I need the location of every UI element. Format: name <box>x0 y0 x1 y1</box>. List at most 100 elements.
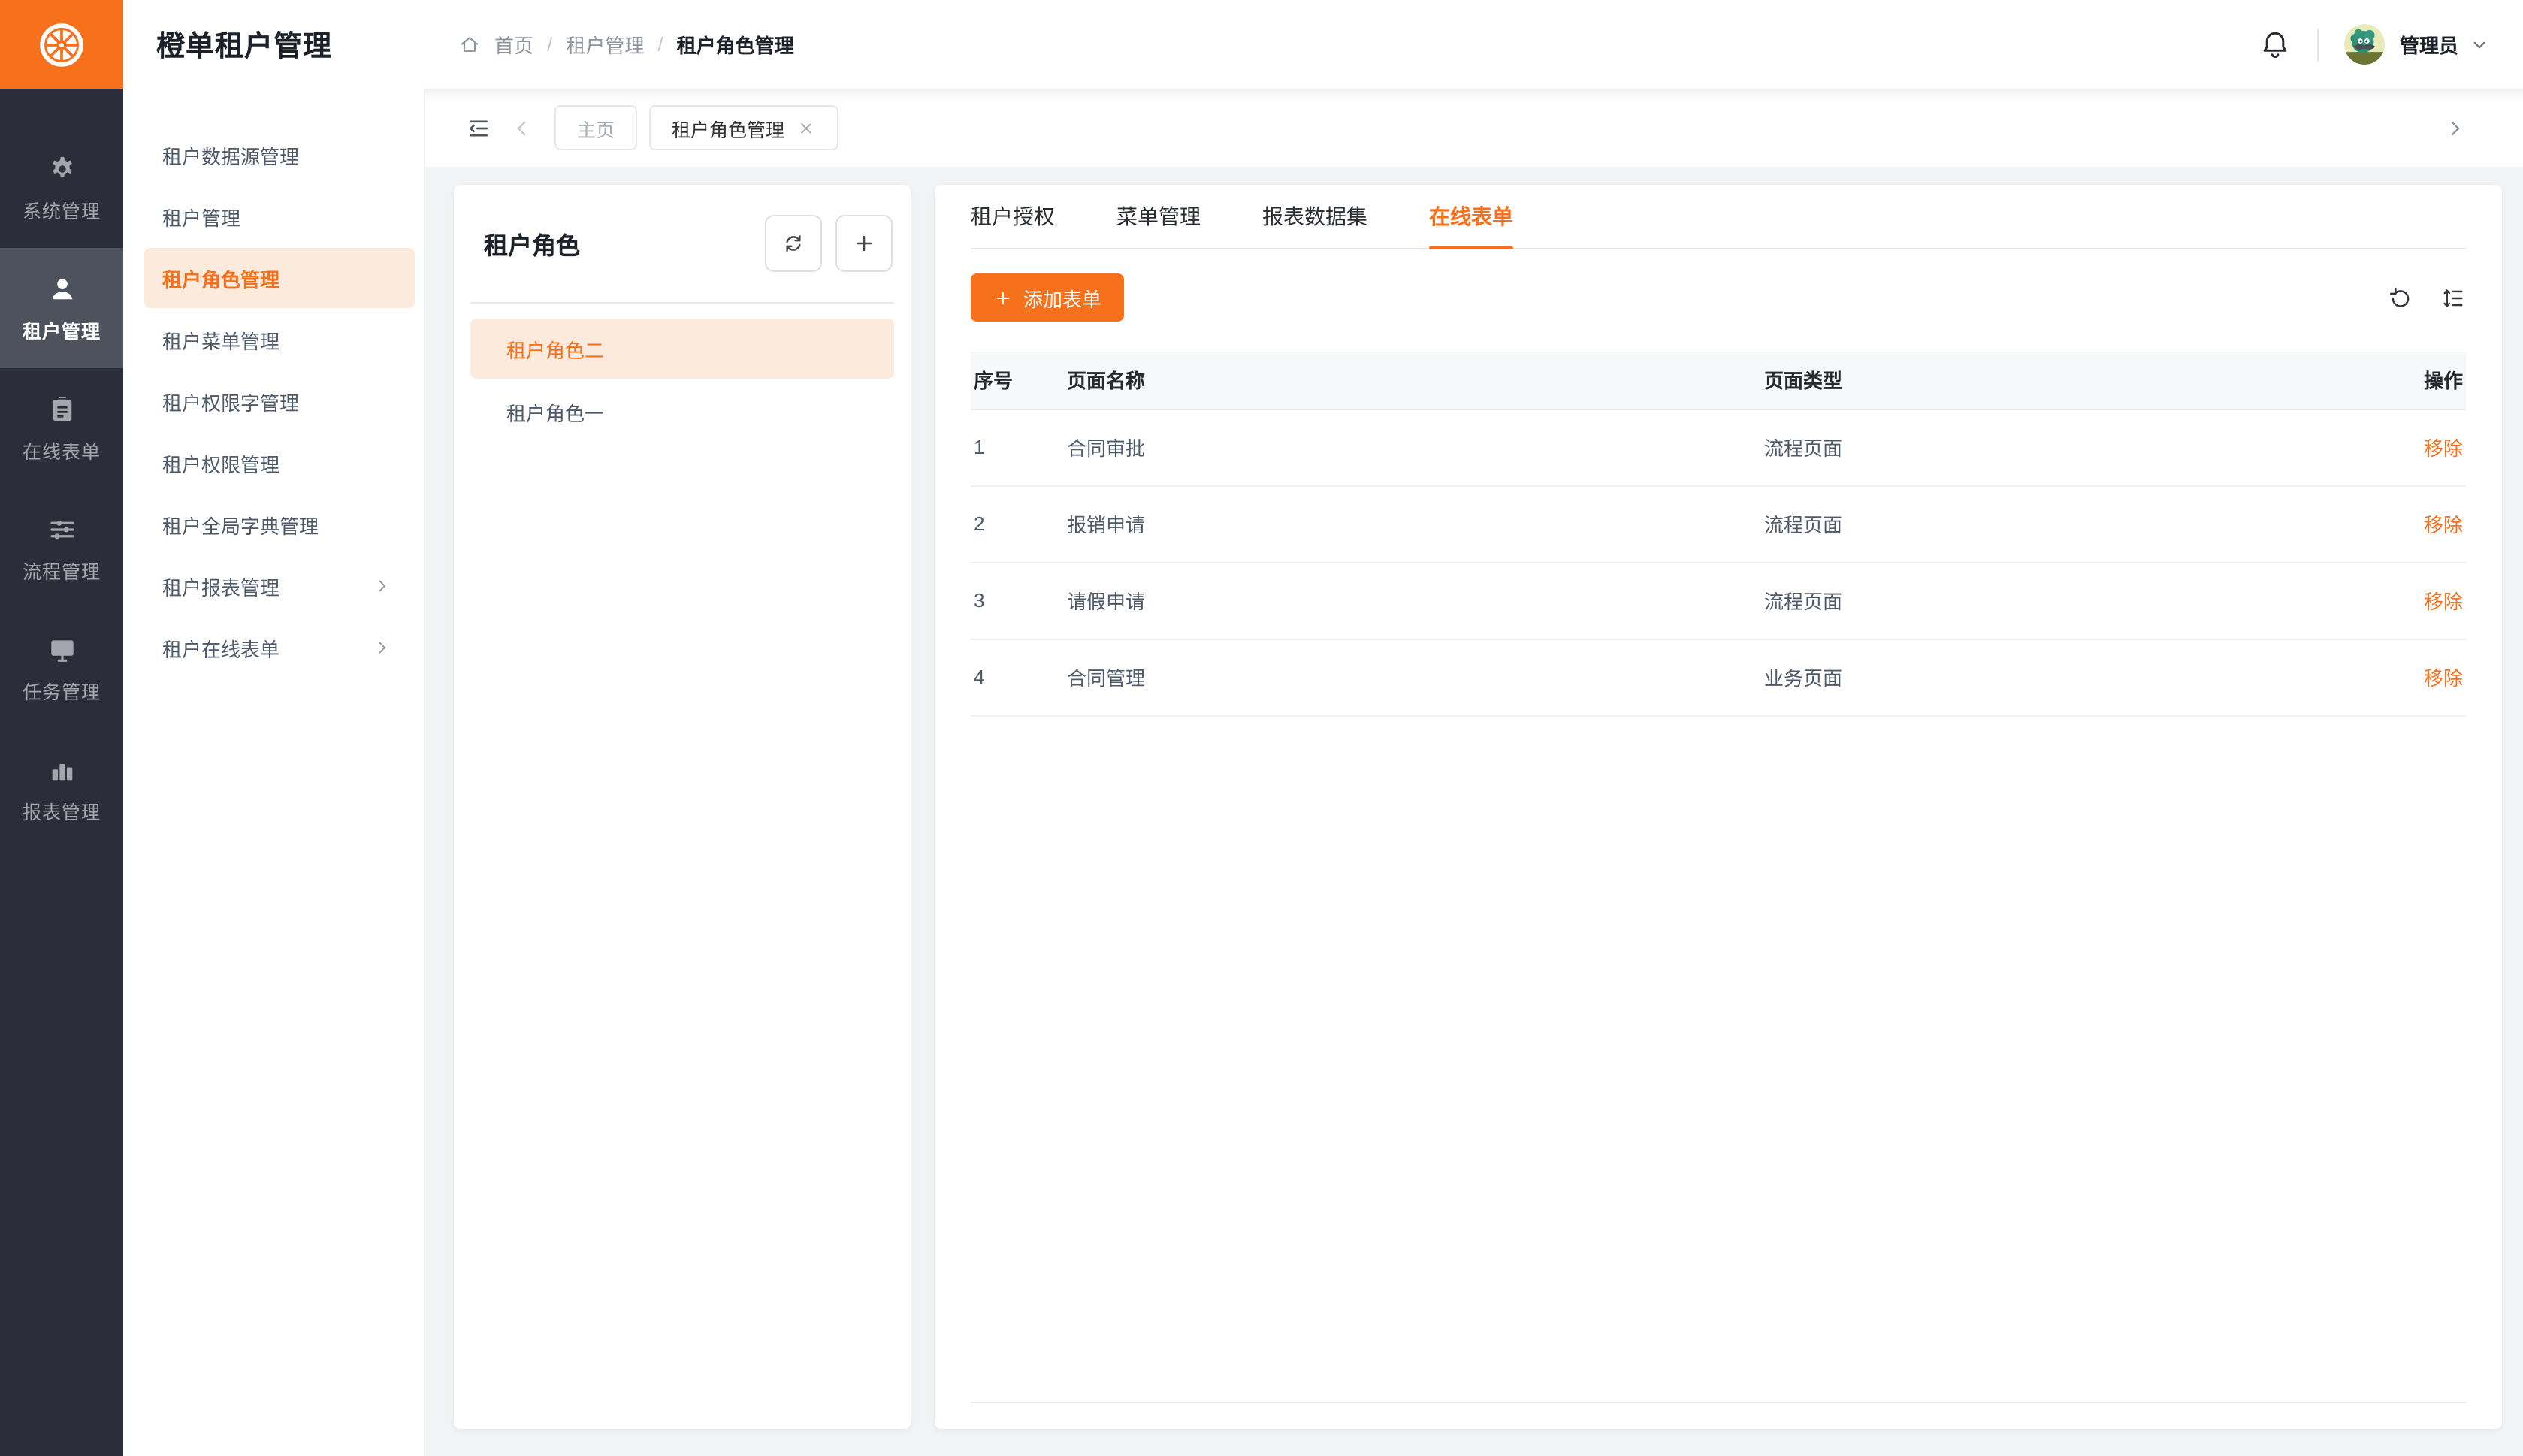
page-tab-1[interactable]: 租户角色管理 <box>649 105 838 150</box>
page-tab-label: 租户角色管理 <box>672 113 784 142</box>
line-height-icon[interactable] <box>2440 285 2466 310</box>
remove-link[interactable]: 移除 <box>2424 437 2463 460</box>
rail-item-2[interactable]: 在线表单 <box>0 368 123 488</box>
bar-chart-icon <box>46 754 77 785</box>
column-header-no: 序号 <box>971 352 1052 409</box>
rail-item-label: 租户管理 <box>23 315 101 343</box>
add-form-button[interactable]: 添加表单 <box>971 273 1124 322</box>
page-name-cell: 合同管理 <box>1052 639 1749 715</box>
collapse-menu-icon[interactable] <box>466 115 491 140</box>
menu-item-8[interactable]: 租户在线表单 <box>144 618 415 678</box>
app-title: 橙单租户管理 <box>156 24 332 65</box>
breadcrumb-separator: / <box>657 33 663 56</box>
breadcrumb-separator: / <box>547 33 552 56</box>
menu-item-label: 租户角色管理 <box>162 264 391 292</box>
remove-link[interactable]: 移除 <box>2424 514 2463 536</box>
column-header-page-name: 页面名称 <box>1052 352 1749 409</box>
menu-item-label: 租户在线表单 <box>162 633 373 662</box>
role-panel-header: 租户角色 <box>454 185 911 302</box>
app-window: 橙单租户管理 首页 / 租户管理 / 租户角色管理 管理员 系统管理租户管理在线… <box>0 0 2523 1456</box>
gear-icon <box>46 153 77 184</box>
role-list-item-1[interactable]: 租户角色一 <box>470 382 894 442</box>
table-row-0: 1合同审批流程页面移除 <box>971 409 2466 485</box>
page-tab-label: 主页 <box>577 113 615 142</box>
top-bar: 橙单租户管理 首页 / 租户管理 / 租户角色管理 管理员 <box>0 0 2523 89</box>
menu-item-5[interactable]: 租户权限管理 <box>144 433 415 493</box>
actions-cell: 移除 <box>2373 485 2466 562</box>
tenant-role-panel: 租户角色 租户角色二租户角色一 <box>454 185 911 1429</box>
actions-cell: 移除 <box>2373 562 2466 639</box>
table-bottom-border <box>971 1402 2466 1403</box>
home-icon <box>458 33 481 56</box>
side-submenu: 租户数据源管理租户管理租户角色管理租户菜单管理租户权限字管理租户权限管理租户全局… <box>123 89 425 1456</box>
chevron-left-icon[interactable] <box>511 116 533 139</box>
row-index: 2 <box>971 485 1052 562</box>
table-row-1: 2报销申请流程页面 移除 <box>971 485 2466 562</box>
rail-item-5[interactable]: 报表管理 <box>0 729 123 849</box>
rail-item-3[interactable]: 流程管理 <box>0 488 123 609</box>
row-index: 4 <box>971 639 1052 715</box>
page-type-cell: 业务页面 <box>1749 639 2373 715</box>
remove-link[interactable]: 移除 <box>2424 591 2463 613</box>
detail-tab-1[interactable]: 菜单管理 <box>1116 185 1201 248</box>
chevron-down-icon[interactable] <box>2469 34 2490 55</box>
rail-item-label: 报表管理 <box>23 796 101 824</box>
page-type-cell: 流程页面 <box>1749 485 2373 562</box>
menu-item-3[interactable]: 租户菜单管理 <box>144 310 415 370</box>
page-tab-0[interactable]: 主页 <box>554 105 637 150</box>
menu-item-4[interactable]: 租户权限字管理 <box>144 371 415 431</box>
table-row-3: 4合同管理业务页面 移除 <box>971 639 2466 715</box>
bell-icon[interactable] <box>2259 28 2292 61</box>
detail-tab-3[interactable]: 在线表单 <box>1429 185 1513 248</box>
remove-link[interactable]: 移除 <box>2424 667 2463 690</box>
online-forms-table: 序号 页面名称 页面类型 操作 1合同审批流程页面移除2报销申请流程页面移除3请… <box>971 352 2466 716</box>
menu-item-2[interactable]: 租户角色管理 <box>144 248 415 308</box>
role-detail-panel: 租户授权菜单管理报表数据集在线表单 添加表单 <box>935 185 2502 1429</box>
menu-item-0[interactable]: 租户数据源管理 <box>144 125 415 185</box>
chevron-right-icon[interactable] <box>2443 116 2466 139</box>
menu-item-label: 租户报表管理 <box>162 572 373 600</box>
menu-item-label: 租户权限管理 <box>162 449 391 477</box>
column-header-page-type: 页面类型 <box>1749 352 2373 409</box>
menu-item-label: 租户数据源管理 <box>162 140 391 169</box>
table-header-row: 序号 页面名称 页面类型 操作 <box>971 352 2466 409</box>
table-row-2: 3请假申请流程页面移除 <box>971 562 2466 639</box>
add-form-button-label: 添加表单 <box>1023 283 1101 312</box>
rail-item-label: 系统管理 <box>23 195 101 223</box>
refresh-left-icon[interactable] <box>2388 285 2413 310</box>
breadcrumb-home[interactable]: 首页 <box>494 30 533 59</box>
user-name[interactable]: 管理员 <box>2400 30 2458 59</box>
detail-tab-2[interactable]: 报表数据集 <box>1262 185 1367 248</box>
actions-cell: 移除 <box>2373 409 2466 485</box>
page-name-cell: 报销申请 <box>1052 485 1749 562</box>
menu-item-7[interactable]: 租户报表管理 <box>144 556 415 616</box>
detail-toolbar: 添加表单 <box>971 273 2466 322</box>
rail-item-4[interactable]: 任务管理 <box>0 609 123 729</box>
orange-wheel-logo-icon <box>36 19 87 70</box>
role-list-item-0[interactable]: 租户角色二 <box>470 319 894 379</box>
page-tabs: 主页 租户角色管理 <box>554 105 838 150</box>
rail-item-0[interactable]: 系统管理 <box>0 128 123 248</box>
add-role-button[interactable] <box>835 215 893 272</box>
main-frame: 系统管理租户管理在线表单流程管理任务管理报表管理 租户数据源管理租户管理租户角色… <box>0 89 2523 1456</box>
menu-item-6[interactable]: 租户全局字典管理 <box>144 494 415 554</box>
actions-cell: 移除 <box>2373 639 2466 715</box>
refresh-roles-button[interactable] <box>765 215 822 272</box>
breadcrumb-current: 租户角色管理 <box>677 30 794 59</box>
column-header-actions: 操作 <box>2373 352 2466 409</box>
row-index: 1 <box>971 409 1052 485</box>
flow-icon <box>46 513 77 545</box>
role-panel-title: 租户角色 <box>484 225 580 261</box>
role-panel-actions <box>765 215 893 272</box>
rail-item-1[interactable]: 租户管理 <box>0 248 123 368</box>
table-empty-space <box>971 716 2466 1402</box>
workspace: 租户角色 租户角色二租户角色一 <box>425 167 2523 1456</box>
page-type-cell: 流程页面 <box>1749 562 2373 639</box>
breadcrumb-tenant-management[interactable]: 租户管理 <box>566 30 644 59</box>
row-index: 3 <box>971 562 1052 639</box>
close-icon[interactable] <box>796 118 816 137</box>
avatar[interactable] <box>2344 24 2385 65</box>
menu-item-1[interactable]: 租户管理 <box>144 186 415 246</box>
page-type-cell: 流程页面 <box>1749 409 2373 485</box>
detail-tab-0[interactable]: 租户授权 <box>971 185 1055 248</box>
